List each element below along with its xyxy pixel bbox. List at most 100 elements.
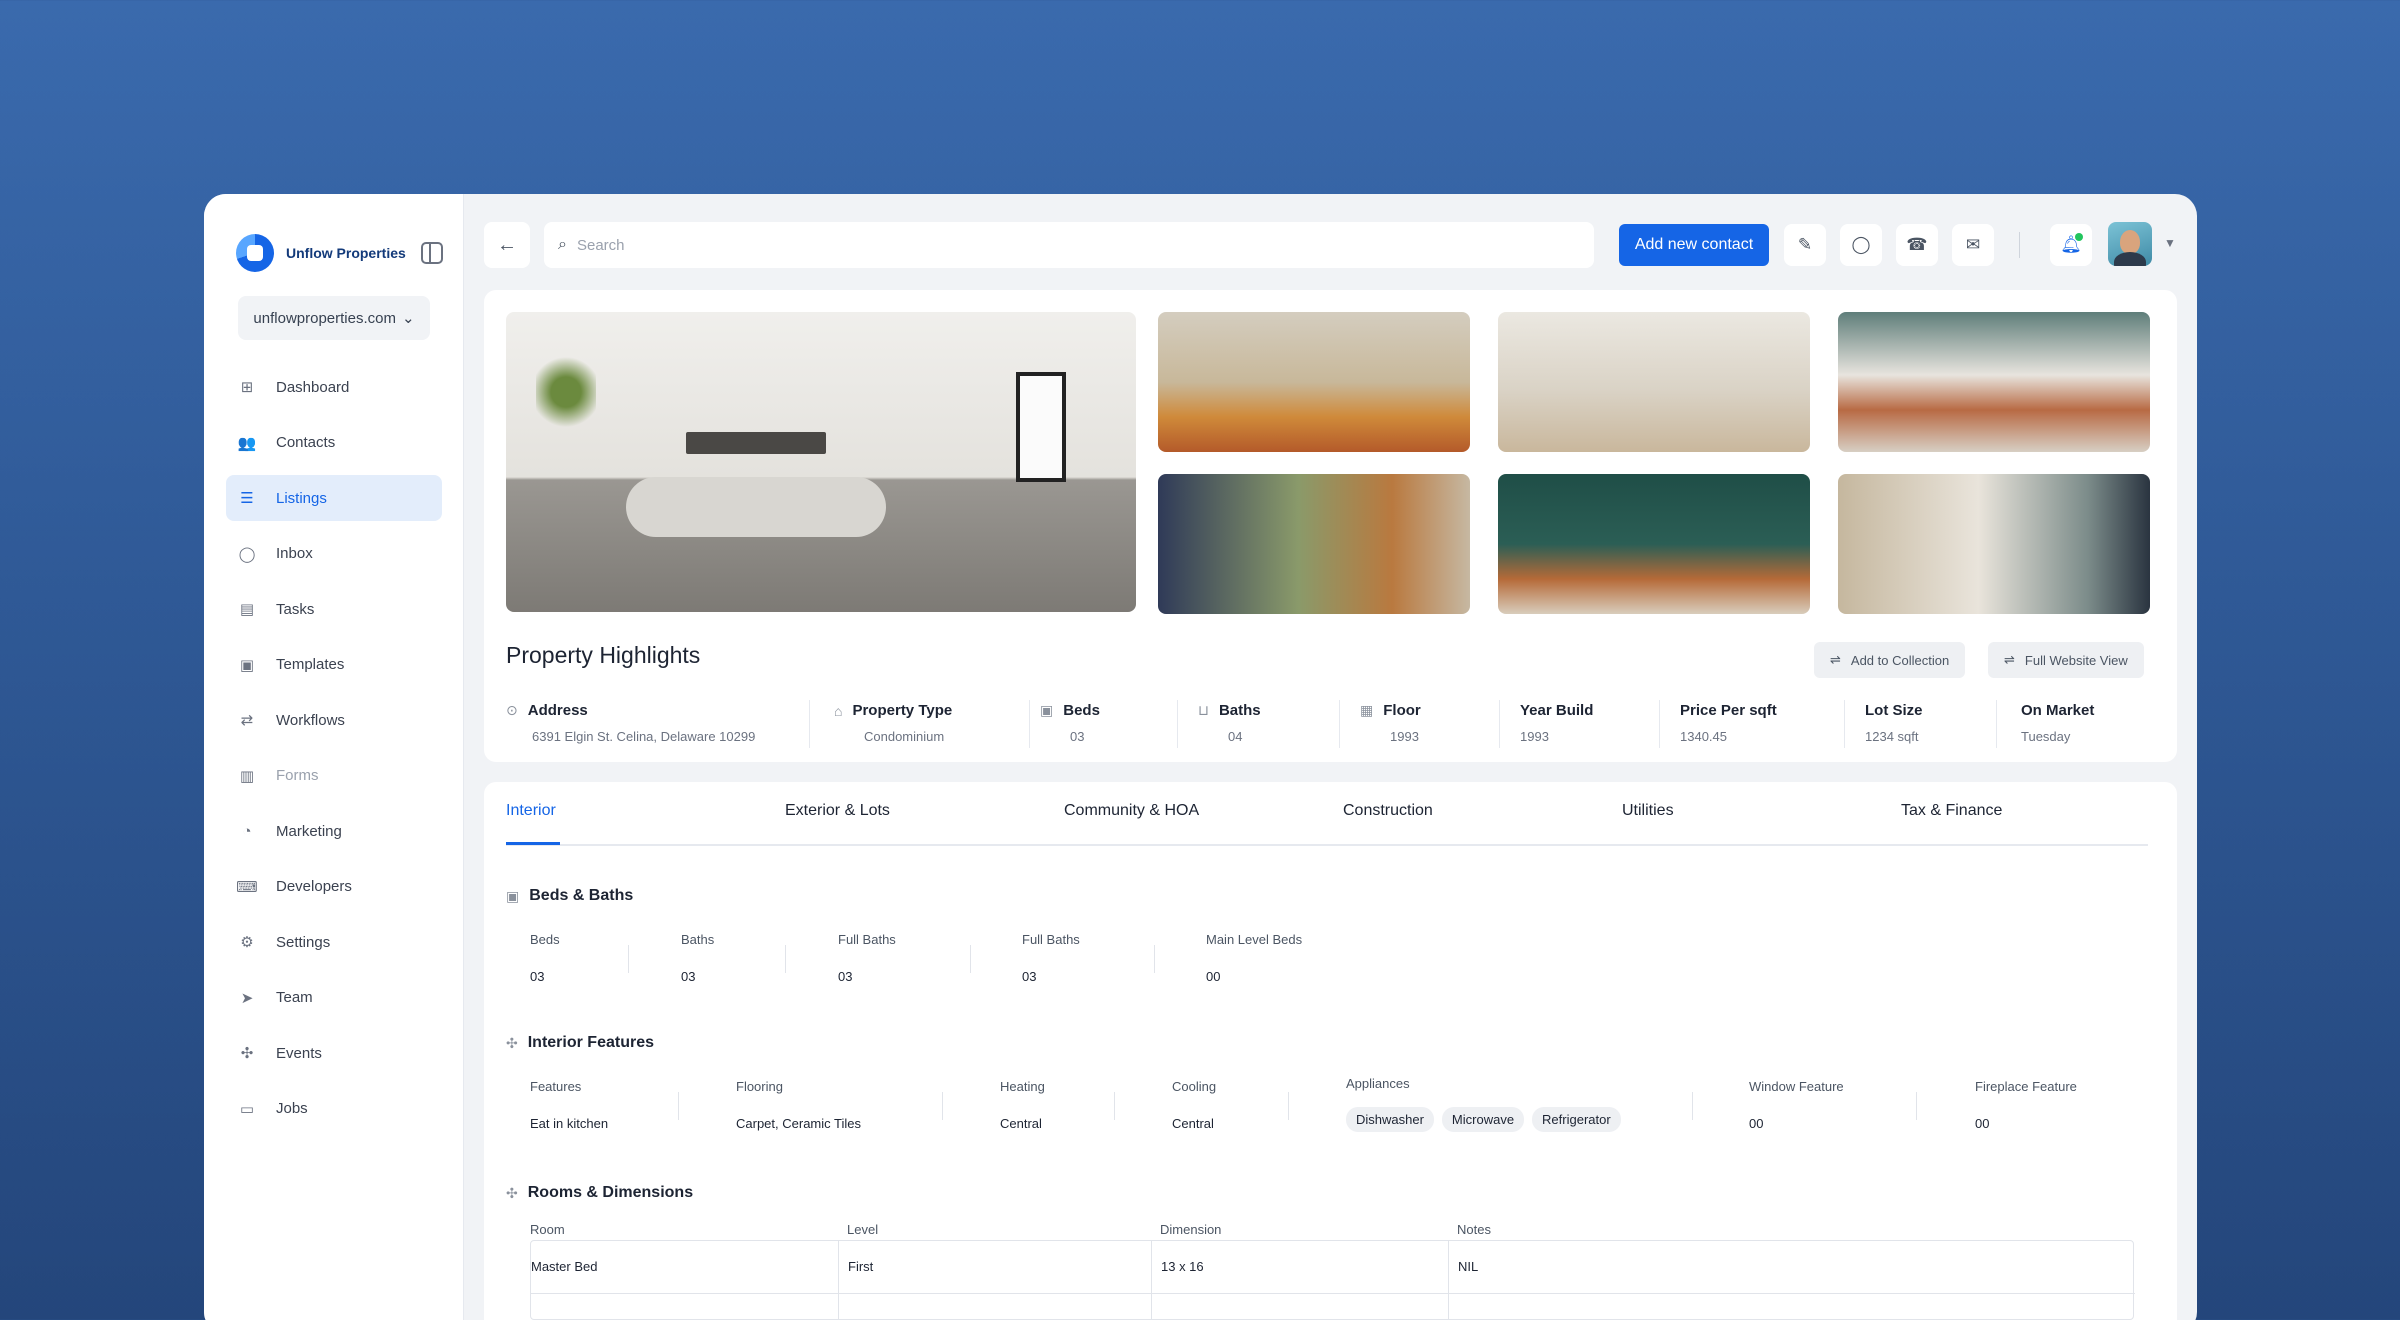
tab-interior[interactable]: Interior: [506, 802, 556, 820]
notifications-button[interactable]: 🔔︎: [2050, 224, 2092, 266]
field-value: Eat in kitchen: [530, 1116, 609, 1131]
attr-label: Address: [527, 702, 588, 719]
attr-value: 1234 sqft: [1865, 729, 1919, 744]
divider: [970, 945, 971, 973]
link-icon: ⇌: [2004, 652, 2015, 667]
sidebar-collapse-icon[interactable]: [421, 242, 443, 264]
toolbar-divider: [2019, 232, 2020, 258]
attr-beds: ▣ Beds 03: [1040, 702, 1100, 744]
search-icon: ⌕: [558, 236, 567, 253]
attr-lot-size: Lot Size 1234 sqft: [1865, 702, 1923, 744]
tab-utilities[interactable]: Utilities: [1622, 802, 1674, 820]
chat-button[interactable]: ◯: [1840, 224, 1882, 266]
divider: [1448, 1241, 1449, 1320]
collection-icon: ⇌: [1830, 652, 1841, 667]
sidebar-nav: ⊞ Dashboard 👥 Contacts ☰ Listings ◯ Inbox ▤ T…: [226, 364, 442, 1141]
gallery-thumbnail[interactable]: [1498, 312, 1810, 452]
divider: [1339, 700, 1340, 748]
table-cell: First: [848, 1259, 874, 1274]
sidebar-item-label: Dashboard: [276, 378, 350, 396]
add-new-contact-button[interactable]: Add new contact: [1619, 224, 1769, 266]
domain-selector[interactable]: unflowproperties.com ⌄: [238, 296, 430, 340]
attr-value: 03: [1070, 729, 1085, 744]
search-bar[interactable]: ⌕: [544, 222, 1594, 268]
field-value: 00: [1749, 1116, 1764, 1131]
sidebar-item-marketing[interactable]: ◔ Marketing: [226, 808, 442, 854]
field-label: Cooling: [1172, 1079, 1217, 1094]
main-photo[interactable]: [506, 312, 1136, 612]
divider: [1288, 1092, 1289, 1120]
field-baths: Baths 03: [681, 932, 714, 984]
sidebar-item-settings[interactable]: ⚙ Settings: [226, 919, 442, 965]
brand[interactable]: Unflow Properties: [236, 234, 406, 272]
field-appliances: Appliances Dishwasher Microwave Refrigerat…: [1346, 1076, 1629, 1132]
sidebar-item-forms[interactable]: ▥ Forms: [226, 753, 442, 799]
field-label: Main Level Beds: [1206, 932, 1303, 947]
sidebar-item-team[interactable]: ➤ Team: [226, 975, 442, 1021]
workflow-icon: ⇄: [240, 712, 254, 729]
tab-tax-finance[interactable]: Tax & Finance: [1901, 802, 2002, 820]
sidebar-item-dashboard[interactable]: ⊞ Dashboard: [226, 364, 442, 410]
sidebar-item-events[interactable]: ✣ Events: [226, 1030, 442, 1076]
attr-label: Floor: [1383, 702, 1421, 719]
full-website-view-button[interactable]: ⇌ Full Website View: [1988, 642, 2144, 678]
attr-label: Price Per sqft: [1680, 702, 1777, 719]
sidebar-item-contacts[interactable]: 👥 Contacts: [226, 420, 442, 466]
divider: [1692, 1092, 1693, 1120]
topbar: ← ⌕ Add new contact ✎ ◯ ☎ ✉ 🔔︎ ▼: [484, 222, 2177, 268]
divider: [1151, 1241, 1152, 1320]
field-window-feature: Window Feature 00: [1749, 1079, 1844, 1131]
sidebar-item-workflows[interactable]: ⇄ Workflows: [226, 697, 442, 743]
gallery-thumbnail[interactable]: [1498, 474, 1810, 614]
divider: [942, 1092, 943, 1120]
field-features: Features Eat in kitchen: [530, 1079, 608, 1131]
chevron-down-icon[interactable]: ▼: [2164, 236, 2176, 250]
mail-button[interactable]: ✉: [1952, 224, 1994, 266]
search-input[interactable]: [576, 236, 1477, 254]
attr-label: Year Build: [1520, 702, 1594, 719]
sidebar-item-developers[interactable]: ⌨ Developers: [226, 864, 442, 910]
main-content: ← ⌕ Add new contact ✎ ◯ ☎ ✉ 🔔︎ ▼: [464, 194, 2197, 1320]
gallery-thumbnail[interactable]: [1838, 312, 2150, 452]
section-title: Property Highlights: [506, 642, 701, 668]
phone-icon: ☎: [1906, 235, 1928, 254]
brand-logo-icon: [236, 234, 274, 272]
tab-community-hoa[interactable]: Community & HOA: [1064, 802, 1199, 820]
sidebar-item-jobs[interactable]: ▭ Jobs: [226, 1086, 442, 1132]
sidebar-item-label: Forms: [276, 767, 319, 784]
sidebar-item-inbox[interactable]: ◯ Inbox: [226, 531, 442, 577]
phone-button[interactable]: ☎: [1896, 224, 1938, 266]
notes-button[interactable]: ✎: [1784, 224, 1826, 266]
field-full-baths: Full Baths 03: [1022, 932, 1080, 984]
attr-value: 1993: [1520, 729, 1549, 744]
field-value: 03: [681, 969, 696, 984]
field-label: Baths: [681, 932, 715, 947]
attr-floor: ▦ Floor 1993: [1360, 702, 1421, 744]
field-heating: Heating Central: [1000, 1079, 1045, 1131]
gallery-thumbnail[interactable]: [1838, 474, 2150, 614]
avatar[interactable]: [2108, 222, 2152, 266]
notification-dot: [2075, 233, 2083, 241]
field-value: Central: [1000, 1116, 1042, 1131]
tab-construction[interactable]: Construction: [1343, 802, 1433, 820]
gallery-thumbnail[interactable]: [1158, 312, 1470, 452]
attr-value: 1340.45: [1680, 729, 1727, 744]
tab-exterior-lots[interactable]: Exterior & Lots: [785, 802, 890, 820]
gallery-thumbnail[interactable]: [1158, 474, 1470, 614]
column-header: Notes: [1457, 1222, 1491, 1237]
bath-icon: ⊔: [1198, 702, 1209, 718]
domain-label: unflowproperties.com: [253, 309, 396, 327]
divider: [809, 700, 810, 748]
back-button[interactable]: ←: [484, 222, 530, 268]
divider: [1029, 700, 1030, 748]
attr-address: ⊙ Address 6391 Elgin St. Celina, Delaware …: [506, 702, 755, 744]
chat-icon: ◯: [238, 545, 256, 563]
photo-detail: [536, 352, 596, 432]
sidebar-item-tasks[interactable]: ▤ Tasks: [226, 586, 442, 632]
sidebar-item-templates[interactable]: ▣ Templates: [226, 642, 442, 688]
field-value: Carpet, Ceramic Tiles: [736, 1116, 861, 1131]
app-window: Unflow Properties unflowproperties.com ⌄…: [204, 194, 2197, 1320]
add-to-collection-button[interactable]: ⇌ Add to Collection: [1814, 642, 1966, 678]
sidebar-item-listings[interactable]: ☰ Listings: [226, 475, 442, 521]
bed-icon: ▣: [506, 887, 520, 904]
